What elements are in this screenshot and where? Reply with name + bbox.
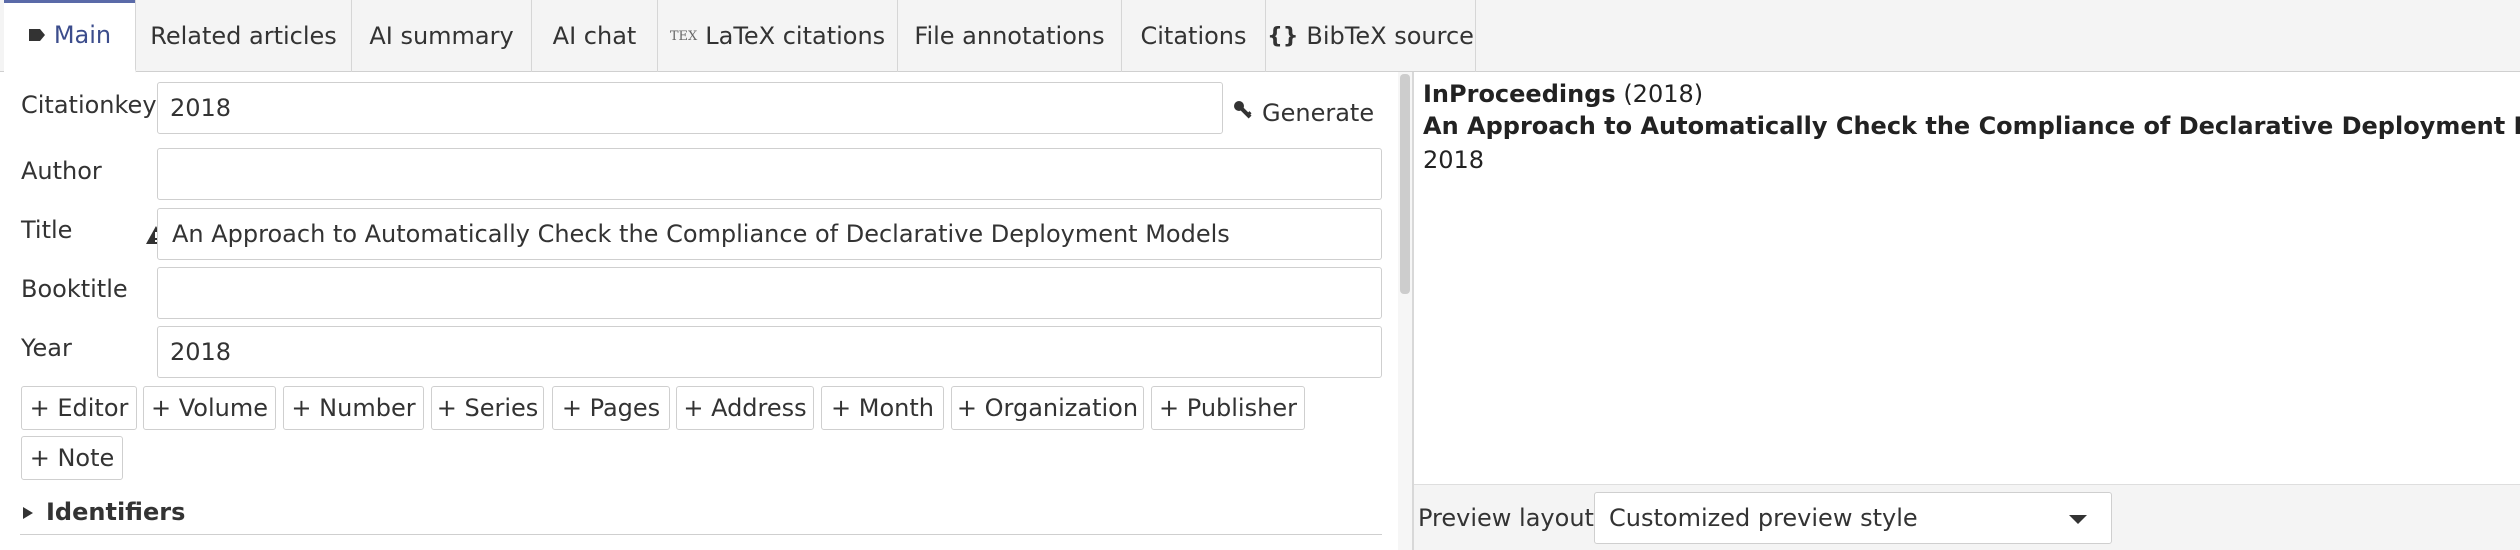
tab-ai-summary[interactable]: AI summary	[352, 0, 532, 72]
tab-ai-summary-label: AI summary	[369, 22, 514, 50]
identifiers-divider	[20, 534, 1382, 535]
tab-bar: Main Related articles AI summary AI chat…	[0, 0, 2520, 73]
preview-layout-value: Customized preview style	[1609, 504, 1918, 532]
preview-entry-year: (2018)	[1623, 80, 1704, 108]
add-publisher-button[interactable]: + Publisher	[1151, 386, 1305, 430]
add-month-button[interactable]: + Month	[821, 386, 944, 430]
tex-icon: TEX	[669, 28, 698, 44]
expand-triangle-icon	[22, 498, 34, 526]
tab-file-annotations-label: File annotations	[914, 22, 1105, 50]
preview-layout-select[interactable]: Customized preview style	[1594, 492, 2112, 544]
add-editor-button[interactable]: + Editor	[21, 386, 137, 430]
add-address-button[interactable]: + Address	[676, 386, 814, 430]
tag-icon	[28, 28, 46, 42]
citationkey-value: 2018	[170, 94, 232, 122]
tab-citations[interactable]: Citations	[1122, 0, 1266, 72]
tab-bibtex-source-label: BibTeX source	[1306, 22, 1474, 50]
add-pages-button[interactable]: + Pages	[552, 386, 670, 430]
add-volume-button[interactable]: + Volume	[143, 386, 276, 430]
title-value: An Approach to Automatically Check the C…	[172, 220, 1230, 248]
title-label: Title	[21, 216, 73, 244]
add-note-button[interactable]: + Note	[21, 436, 123, 480]
tab-related-articles-label: Related articles	[150, 22, 337, 50]
identifiers-section-toggle[interactable]: Identifiers	[22, 498, 185, 526]
year-field[interactable]: 2018	[157, 326, 1382, 378]
tab-citations-label: Citations	[1140, 22, 1247, 50]
booktitle-label: Booktitle	[21, 275, 128, 303]
tab-latex-citations[interactable]: TEX LaTeX citations	[658, 0, 898, 72]
citationkey-field[interactable]: 2018	[157, 82, 1223, 134]
tab-related-articles[interactable]: Related articles	[136, 0, 352, 72]
title-field[interactable]: An Approach to Automatically Check the C…	[157, 208, 1382, 260]
preview-panel	[1414, 72, 2520, 550]
generate-label: Generate	[1262, 99, 1375, 127]
preview-layout-label: Preview layout	[1418, 504, 1594, 532]
booktitle-field[interactable]	[157, 267, 1382, 319]
preview-year: 2018	[1423, 146, 1485, 174]
year-label: Year	[21, 334, 72, 362]
preview-entry-type: InProceedings	[1423, 80, 1616, 108]
year-value: 2018	[170, 338, 232, 366]
editor-scrollbar-thumb[interactable]	[1400, 74, 1410, 294]
add-series-button[interactable]: + Series	[431, 386, 544, 430]
preview-title: An Approach to Automatically Check the C…	[1423, 112, 2520, 140]
identifiers-label: Identifiers	[46, 498, 186, 526]
add-organization-button[interactable]: + Organization	[951, 386, 1144, 430]
chevron-down-icon	[2069, 515, 2087, 524]
tab-bibtex-source[interactable]: {} BibTeX source	[1266, 0, 1476, 72]
author-label: Author	[21, 157, 102, 185]
citationkey-label: Citationkey	[21, 91, 157, 119]
key-icon	[1232, 99, 1254, 127]
generate-button[interactable]: Generate	[1232, 88, 1382, 138]
tab-file-annotations[interactable]: File annotations	[898, 0, 1122, 72]
tab-ai-chat[interactable]: AI chat	[532, 0, 658, 72]
tab-main[interactable]: Main	[4, 0, 136, 73]
braces-icon: {}	[1267, 23, 1299, 49]
tab-ai-chat-label: AI chat	[552, 22, 637, 50]
add-number-button[interactable]: + Number	[283, 386, 424, 430]
tab-main-label: Main	[53, 20, 112, 49]
tab-latex-citations-label: LaTeX citations	[705, 22, 886, 50]
author-field[interactable]	[157, 148, 1382, 200]
preview-entry-header: InProceedings (2018)	[1423, 80, 1703, 108]
